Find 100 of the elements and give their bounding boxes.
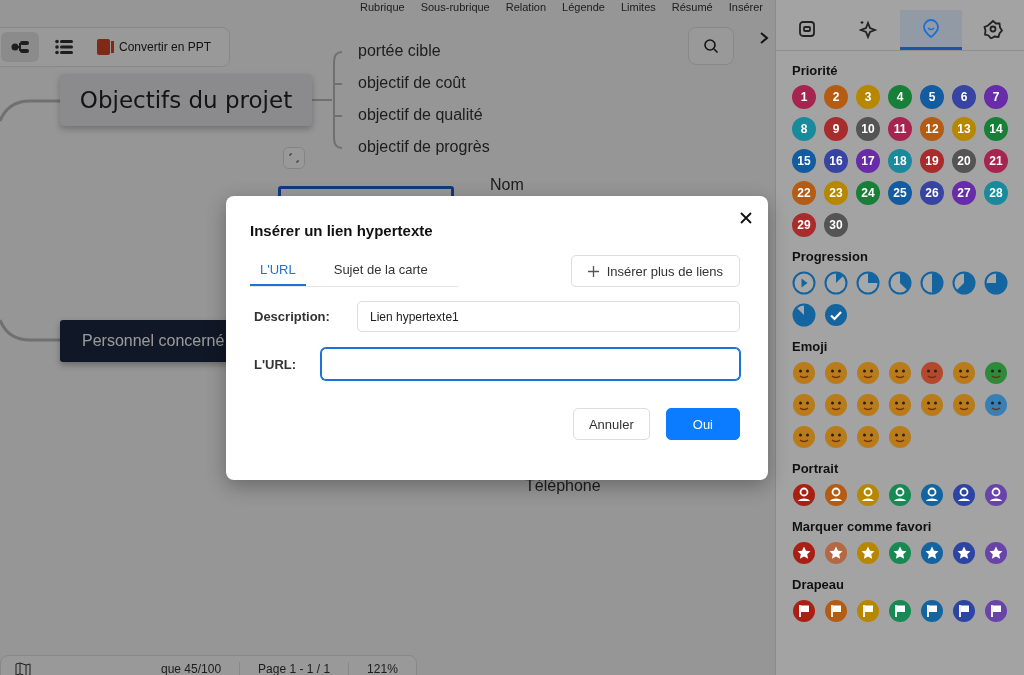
priority-marker[interactable]: 30 — [824, 213, 848, 237]
flag-icon[interactable] — [984, 599, 1008, 623]
priority-marker[interactable]: 6 — [952, 85, 976, 109]
emoji-face-icon[interactable] — [824, 393, 848, 417]
priority-marker[interactable]: 24 — [856, 181, 880, 205]
person-icon[interactable] — [952, 483, 976, 507]
priority-marker[interactable]: 10 — [856, 117, 880, 141]
menu-item[interactable]: Limites — [620, 1, 656, 13]
priority-marker[interactable]: 27 — [952, 181, 976, 205]
subtopic-label[interactable]: portée cible — [358, 40, 490, 62]
emoji-face-icon[interactable] — [952, 361, 976, 385]
priority-marker[interactable]: 17 — [856, 149, 880, 173]
emoji-face-icon[interactable] — [888, 425, 912, 449]
view-button[interactable] — [1, 32, 39, 62]
priority-marker[interactable]: 25 — [888, 181, 912, 205]
cancel-button[interactable]: Annuler — [572, 408, 650, 440]
sparkle-icon — [859, 18, 879, 39]
progress-pie-icon[interactable] — [888, 271, 912, 295]
priority-marker[interactable]: 15 — [792, 149, 816, 173]
menu-item[interactable]: Insérer — [728, 1, 763, 13]
priority-marker[interactable]: 18 — [888, 149, 912, 173]
emoji-face-icon[interactable] — [856, 393, 880, 417]
emoji-face-icon[interactable] — [856, 361, 880, 385]
insert-more-links-button[interactable]: Insérer plus de liens — [570, 255, 740, 287]
emoji-face-icon[interactable] — [792, 361, 816, 385]
flag-icon[interactable] — [824, 599, 848, 623]
priority-marker[interactable]: 14 — [984, 117, 1008, 141]
flag-icon[interactable] — [792, 599, 816, 623]
emoji-face-icon[interactable] — [984, 361, 1008, 385]
progress-pie-icon[interactable] — [984, 271, 1008, 295]
priority-marker[interactable]: 8 — [792, 117, 816, 141]
flag-icon[interactable] — [952, 599, 976, 623]
priority-marker[interactable]: 4 — [888, 85, 912, 109]
confirm-button[interactable]: Oui — [665, 408, 740, 440]
priority-marker[interactable]: 7 — [984, 85, 1008, 109]
progress-pie-icon[interactable] — [856, 271, 880, 295]
mindmap-icon — [10, 39, 30, 55]
flag-icon[interactable] — [920, 599, 944, 623]
person-icon[interactable] — [920, 483, 944, 507]
menu-item[interactable]: Rubrique — [360, 1, 405, 13]
emoji-face-icon[interactable] — [984, 393, 1008, 417]
priority-marker[interactable]: 19 — [920, 149, 944, 173]
emoji-face-icon[interactable] — [888, 361, 912, 385]
emoji-face-icon[interactable] — [824, 361, 848, 385]
emoji-face-icon[interactable] — [824, 425, 848, 449]
person-icon[interactable] — [984, 483, 1008, 507]
priority-marker[interactable]: 28 — [984, 181, 1008, 205]
person-icon[interactable] — [824, 483, 848, 507]
subtopic-label[interactable]: objectif de progrès — [358, 136, 490, 158]
emoji-face-icon[interactable] — [888, 393, 912, 417]
flag-icon[interactable] — [888, 599, 912, 623]
emoji-face-icon[interactable] — [792, 425, 816, 449]
person-icon[interactable] — [888, 483, 912, 507]
priority-marker[interactable]: 1 — [792, 85, 816, 109]
priority-marker[interactable]: 16 — [824, 149, 848, 173]
progress-pie-icon[interactable] — [952, 271, 976, 295]
subtopic-label[interactable]: objectif de coût — [358, 72, 490, 94]
progress-done-icon[interactable] — [824, 303, 848, 327]
progress-pie-icon[interactable] — [792, 303, 816, 327]
collapse-chevron-icon[interactable] — [758, 31, 770, 45]
subtopic-label[interactable]: objectif de qualité — [358, 104, 490, 126]
text-input-field[interactable]: Lien hypertexte1 — [357, 301, 740, 332]
priority-marker[interactable]: 26 — [920, 181, 944, 205]
search-button[interactable] — [688, 27, 734, 65]
convert-ppt-button[interactable]: Convertir en PPT — [89, 39, 220, 55]
menu-item[interactable]: Légende — [562, 1, 605, 13]
menu-item[interactable]: Relation — [505, 1, 547, 13]
zoom-level[interactable]: 121% — [348, 662, 416, 675]
priority-marker[interactable]: 29 — [792, 213, 816, 237]
priority-marker[interactable]: 23 — [824, 181, 848, 205]
text-input-field[interactable] — [321, 348, 740, 380]
priority-marker[interactable]: 9 — [824, 117, 848, 141]
person-icon[interactable] — [792, 483, 816, 507]
priority-marker[interactable]: 2 — [824, 85, 848, 109]
progress-start-icon[interactable] — [792, 271, 816, 295]
priority-marker[interactable]: 5 — [920, 85, 944, 109]
main-topic-node[interactable]: Objectifs du projet — [60, 74, 312, 126]
section-title: Portrait — [792, 461, 840, 476]
priority-marker[interactable]: 12 — [920, 117, 944, 141]
progress-pie-icon[interactable] — [824, 271, 848, 295]
menu-item[interactable]: Sous-rubrique — [420, 1, 490, 13]
emoji-face-icon[interactable] — [792, 393, 816, 417]
emoji-face-icon[interactable] — [920, 393, 944, 417]
smiley-pin-icon — [922, 18, 940, 39]
menu-item[interactable]: Résumé — [671, 1, 713, 13]
emoji-face-icon[interactable] — [920, 361, 944, 385]
priority-marker[interactable]: 22 — [792, 181, 816, 205]
emoji-face-icon[interactable] — [856, 425, 880, 449]
priority-marker[interactable]: 21 — [984, 149, 1008, 173]
slides-app-icon — [97, 39, 115, 55]
emoji-face-icon[interactable] — [952, 393, 976, 417]
priority-marker[interactable]: 13 — [952, 117, 976, 141]
dialog-tab[interactable]: Sujet de la carte — [323, 255, 438, 286]
priority-marker[interactable]: 20 — [952, 149, 976, 173]
badge-icon — [983, 18, 1003, 39]
progress-pie-icon[interactable] — [920, 271, 944, 295]
branch-label[interactable]: Nom — [490, 176, 524, 194]
priority-marker[interactable]: 11 — [888, 117, 912, 141]
dialog-tab[interactable]: L'URL — [250, 255, 306, 286]
priority-marker[interactable]: 3 — [856, 85, 880, 109]
